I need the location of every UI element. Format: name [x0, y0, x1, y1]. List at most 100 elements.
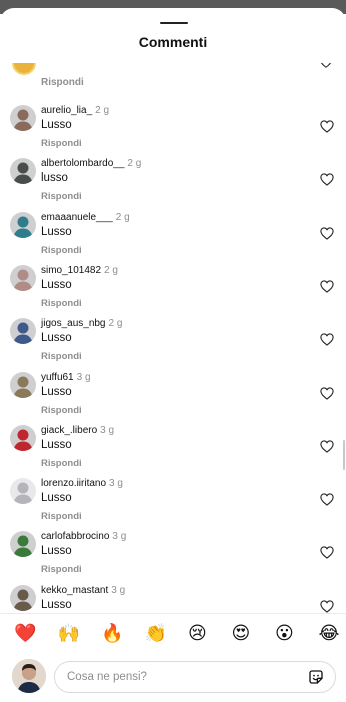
reply-button[interactable]: Rispondi — [41, 191, 82, 202]
reply-button[interactable]: Rispondi — [41, 298, 82, 309]
avatar[interactable] — [10, 105, 36, 131]
comment-username[interactable]: emaaanuele___ — [41, 212, 113, 223]
reply-button[interactable]: Rispondi — [41, 564, 82, 575]
comment-time: 2 g — [95, 105, 110, 116]
comment-meta: emaaanuele___ 2 g — [41, 212, 130, 223]
comment-text: Lusso — [41, 492, 72, 505]
avatar[interactable] — [10, 158, 36, 185]
comment-time: 2 g — [104, 264, 118, 276]
my-avatar[interactable] — [12, 659, 46, 693]
reply-button[interactable]: Rispondi — [41, 351, 82, 362]
comment-meta: simo_101482 2 g — [41, 265, 118, 276]
comment-time: 3 g — [109, 478, 123, 490]
avatar[interactable] — [10, 371, 36, 398]
comment-row: emaaanuele___ 2 g Lusso Rispondi — [0, 210, 346, 263]
comment-row: aurelio_lia_ 2 g Lusso Rispondi — [0, 103, 346, 156]
reply-button[interactable]: Rispondi — [41, 511, 82, 522]
avatar[interactable] — [10, 584, 36, 611]
comment-text: Lusso — [41, 598, 72, 611]
comment-text: Lusso — [41, 385, 72, 398]
reply-button[interactable]: Rispondi — [41, 458, 82, 469]
comment-username[interactable]: yuffu61 — [41, 372, 74, 383]
avatar[interactable] — [12, 63, 36, 75]
comment-text: lusso — [41, 172, 68, 185]
emoji-reaction-button[interactable]: 👏 — [145, 624, 167, 644]
comment-row: jigos_aus_nbg 2 g Lusso Rispondi — [0, 316, 346, 369]
heart-icon[interactable] — [320, 493, 334, 506]
avatar[interactable] — [10, 424, 36, 451]
comment-meta: jigos_aus_nbg 2 g — [41, 318, 122, 329]
sticker-icon[interactable] — [308, 669, 324, 685]
comment-username[interactable]: simo_101482 — [41, 265, 101, 276]
comment-username[interactable]: aurelio_lia_ — [41, 105, 92, 116]
comment-time: 3 g — [100, 424, 115, 436]
comment-text: Lusso — [41, 332, 72, 345]
emoji-reaction-button[interactable]: 😍 — [232, 624, 251, 644]
comment-username[interactable]: giack_.libero — [41, 425, 97, 436]
emoji-reaction-button[interactable]: 🔥 — [101, 624, 123, 644]
comment-row: simo_101482 2 g Lusso Rispondi — [0, 263, 346, 316]
comments-list[interactable]: Rispondi aurelio_lia_ 2 g Lusso Rispondi alb… — [0, 63, 346, 613]
heart-icon[interactable] — [320, 440, 334, 453]
sheet-title: Commenti — [138, 34, 208, 50]
reply-button[interactable]: Rispondi — [41, 245, 82, 256]
reply-button[interactable]: Rispondi — [41, 405, 82, 416]
avatar[interactable] — [10, 211, 36, 238]
comment-username[interactable]: carlofabbrocino — [41, 531, 109, 542]
comment-meta: albertolombardo__ 2 g — [41, 158, 141, 169]
comment-text: Lusso — [41, 278, 72, 291]
heart-icon[interactable] — [320, 226, 334, 240]
emoji-reaction-button[interactable]: 😢 — [188, 624, 207, 644]
comment-row: giack_.libero 3 g Lusso Rispondi — [0, 423, 346, 476]
heart-icon[interactable] — [320, 546, 334, 560]
comment-text: Lusso — [41, 545, 72, 558]
heart-icon[interactable] — [320, 173, 334, 187]
comment-time: 3 g — [76, 371, 91, 383]
drag-handle[interactable] — [160, 22, 188, 24]
comment-composer: Cosa ne pensi? — [0, 653, 346, 702]
scrollbar[interactable] — [343, 440, 345, 470]
comment-text: Lusso — [41, 119, 72, 131]
comment-username[interactable]: lorenzo.iiritano — [41, 478, 106, 489]
reply-button[interactable]: Rispondi — [41, 77, 84, 88]
comment-row: yuffu61 3 g Lusso Rispondi — [0, 370, 346, 423]
emoji-reaction-button[interactable]: 😮 — [275, 624, 294, 644]
comment-meta: giack_.libero 3 g — [41, 425, 114, 436]
emoji-reaction-button[interactable]: 🙌 — [58, 624, 80, 644]
comment-meta: carlofabbrocino 3 g — [41, 531, 126, 542]
comment-time: 3 g — [112, 531, 127, 543]
heart-icon[interactable] — [320, 280, 334, 293]
comment-input[interactable]: Cosa ne pensi? — [54, 661, 336, 693]
comment-meta: aurelio_lia_ 2 g — [41, 105, 109, 116]
comment-time: 2 g — [115, 211, 130, 223]
comment-time: 3 g — [111, 584, 126, 596]
comment-time: 2 g — [127, 158, 142, 170]
comment-text: Lusso — [41, 225, 72, 238]
comment-input-placeholder: Cosa ne pensi? — [67, 671, 147, 683]
avatar[interactable] — [10, 531, 36, 558]
avatar[interactable] — [10, 318, 36, 345]
avatar[interactable] — [10, 478, 36, 505]
heart-icon[interactable] — [320, 386, 334, 400]
comment-meta: kekko_mastant 3 g — [41, 585, 125, 596]
comment-username[interactable]: albertolombardo__ — [41, 158, 124, 169]
emoji-reaction-button[interactable]: ❤️ — [14, 624, 36, 644]
comment-meta: lorenzo.iiritano 3 g — [41, 478, 123, 489]
comment-row: lorenzo.iiritano 3 g Lusso Rispondi — [0, 476, 346, 529]
comment-username[interactable]: kekko_mastant — [41, 585, 108, 596]
avatar[interactable] — [10, 264, 36, 291]
comment-time: 2 g — [108, 318, 123, 330]
reply-button[interactable]: Rispondi — [41, 138, 82, 149]
heart-icon[interactable] — [320, 120, 334, 133]
heart-icon[interactable] — [320, 600, 334, 613]
comment-row: kekko_mastant 3 g Lusso — [0, 583, 346, 613]
comment-row: carlofabbrocino 3 g Lusso Rispondi — [0, 529, 346, 582]
heart-icon[interactable] — [320, 333, 334, 346]
comment-meta: yuffu61 3 g — [41, 372, 91, 383]
comment-row: albertolombardo__ 2 g lusso Rispondi — [0, 156, 346, 209]
emoji-bar: ❤️ 🙌 🔥 👏 😢 😍 😮 😂 — [0, 613, 346, 654]
emoji-reaction-button[interactable]: 😂 — [319, 624, 340, 644]
comment-username[interactable]: jigos_aus_nbg — [41, 318, 106, 329]
comments-sheet: Commenti Rispondi aurelio_lia_ 2 g Lusso Ri… — [0, 8, 346, 702]
heart-icon[interactable] — [320, 63, 332, 68]
